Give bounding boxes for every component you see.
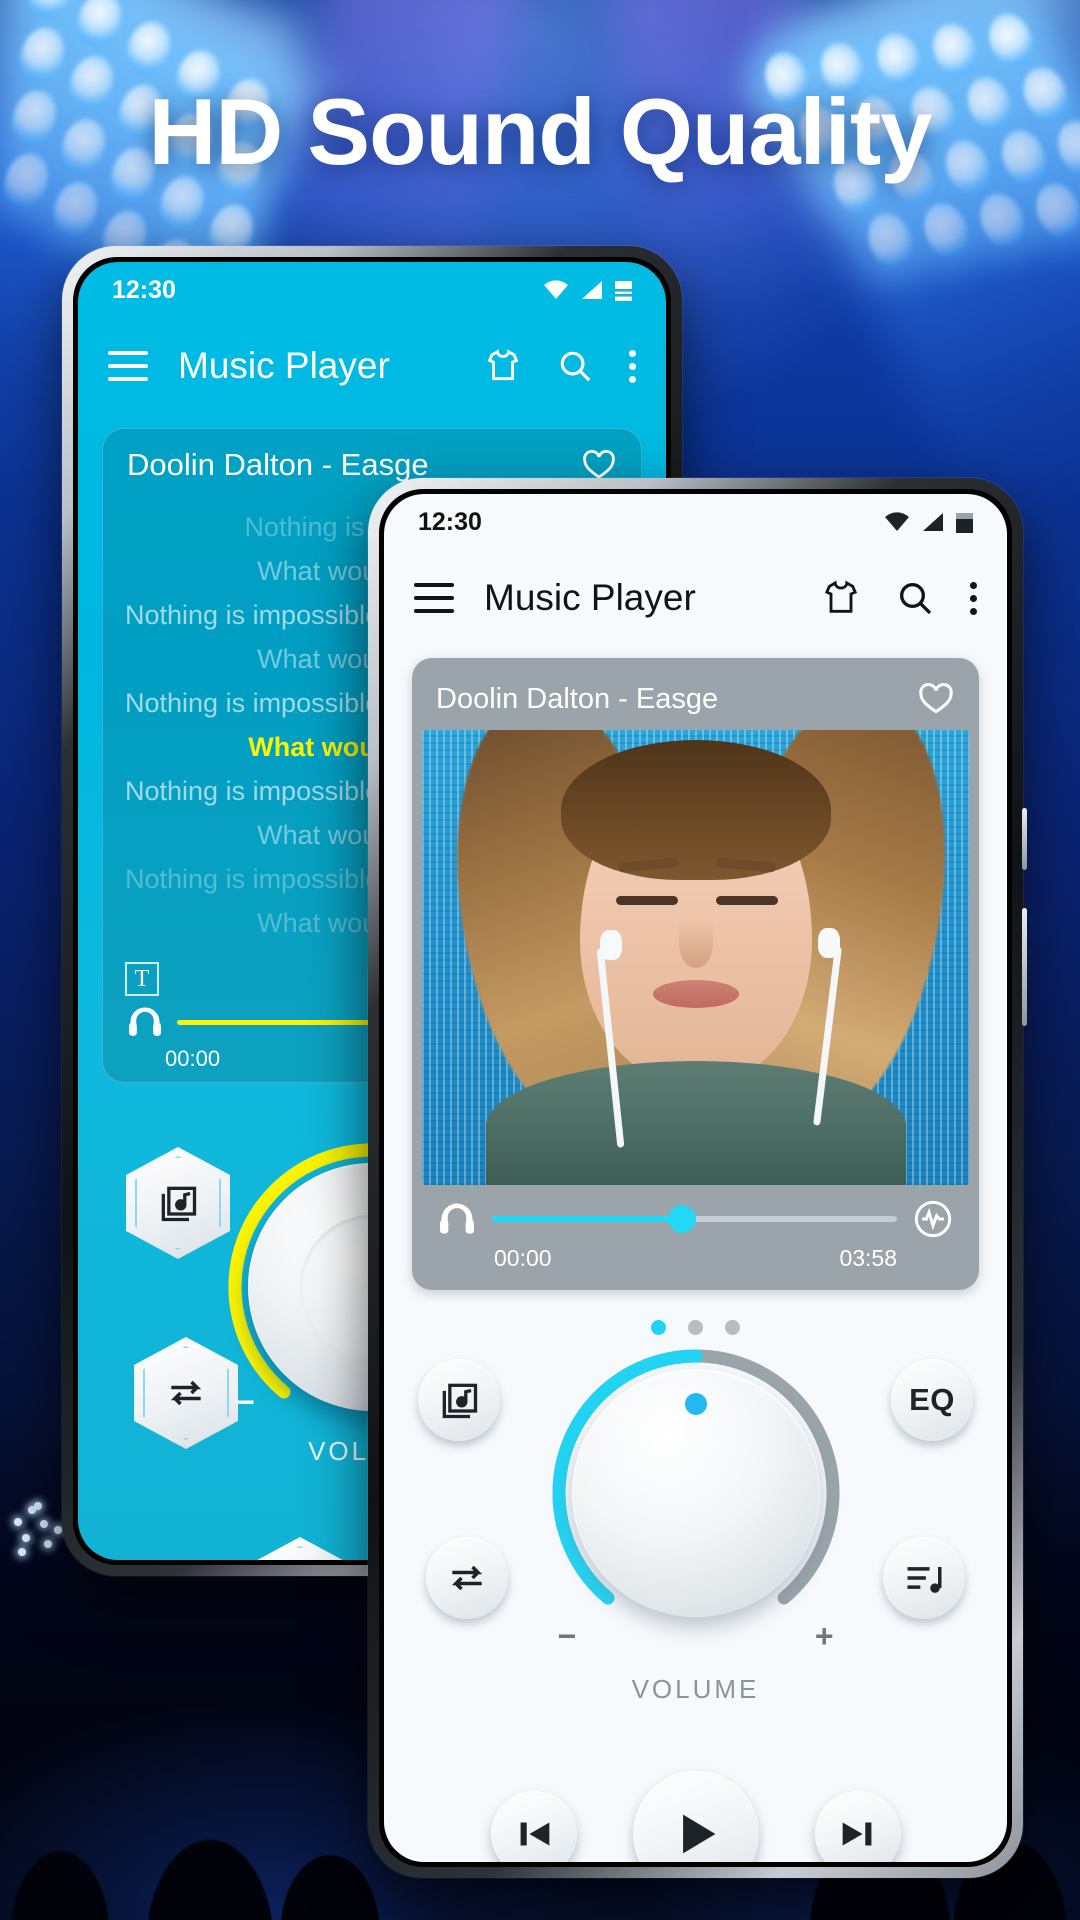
wifi-icon bbox=[544, 280, 568, 299]
seek-thumb[interactable] bbox=[668, 1205, 697, 1233]
wifi-icon bbox=[885, 512, 909, 531]
volume-section: EQ − + VOLUME bbox=[384, 1349, 1007, 1704]
status-bar: 12:30 bbox=[384, 494, 1007, 550]
song-title: Doolin Dalton - Easge bbox=[436, 682, 719, 715]
skip-previous-icon[interactable] bbox=[248, 1537, 352, 1560]
hamburger-menu-icon[interactable] bbox=[414, 583, 454, 613]
headphone-icon bbox=[129, 1007, 161, 1036]
eq-label: EQ bbox=[909, 1382, 955, 1417]
volume-knob-dial[interactable] bbox=[571, 1369, 820, 1617]
headphone-icon bbox=[440, 1203, 474, 1234]
status-bar: 12:30 bbox=[78, 262, 666, 318]
power-button[interactable] bbox=[1022, 808, 1027, 870]
app-bar: Music Player bbox=[78, 318, 666, 414]
song-card: Doolin Dalton - Easge 00:00 03:58 bbox=[412, 658, 979, 1290]
signal-icon bbox=[582, 281, 602, 299]
page-dot[interactable] bbox=[651, 1320, 666, 1335]
song-title: Doolin Dalton - Easge bbox=[127, 447, 429, 482]
elapsed-time: 00:00 bbox=[494, 1245, 552, 1271]
song-header: Doolin Dalton - Easge bbox=[422, 668, 969, 730]
skip-previous-icon[interactable] bbox=[490, 1791, 577, 1862]
volume-button[interactable] bbox=[1022, 908, 1027, 1026]
page-dot[interactable] bbox=[725, 1320, 740, 1335]
status-time: 12:30 bbox=[418, 507, 482, 536]
page-title: HD Sound Quality bbox=[148, 79, 933, 184]
battery-icon bbox=[615, 281, 632, 301]
seek-slider[interactable] bbox=[492, 1205, 897, 1233]
playlist-music-icon[interactable] bbox=[883, 1537, 965, 1619]
status-time: 12:30 bbox=[112, 275, 176, 304]
repeat-icon[interactable] bbox=[426, 1537, 508, 1619]
more-vertical-icon[interactable] bbox=[628, 349, 636, 383]
front-phone-screen: 12:30 Music Player Doolin Dalton - Easge… bbox=[384, 494, 1007, 1862]
tshirt-theme-icon[interactable] bbox=[484, 347, 522, 385]
app-bar: Music Player bbox=[384, 550, 1007, 646]
duration-time: 03:58 bbox=[839, 1245, 897, 1271]
album-art bbox=[422, 730, 969, 1185]
page-indicator[interactable] bbox=[384, 1320, 1007, 1335]
text-size-icon[interactable]: T bbox=[125, 962, 159, 996]
skip-next-icon[interactable] bbox=[814, 1791, 901, 1862]
search-icon[interactable] bbox=[895, 578, 935, 618]
heart-outline-icon[interactable] bbox=[917, 680, 955, 718]
volume-minus-label: − bbox=[557, 1618, 577, 1654]
signal-icon bbox=[923, 513, 943, 531]
phone-front: 12:30 Music Player Doolin Dalton - Easge… bbox=[368, 478, 1027, 1878]
play-icon[interactable] bbox=[632, 1771, 759, 1862]
battery-icon bbox=[956, 513, 973, 533]
album-library-icon[interactable] bbox=[418, 1359, 500, 1441]
app-title: Music Player bbox=[178, 345, 390, 386]
volume-knob[interactable]: − + VOLUME bbox=[546, 1343, 846, 1704]
waveform-icon[interactable] bbox=[913, 1199, 953, 1239]
transport-controls bbox=[384, 1771, 1007, 1862]
seek-section: 00:00 03:58 bbox=[422, 1185, 969, 1280]
volume-plus-label: + bbox=[814, 1618, 834, 1654]
more-vertical-icon[interactable] bbox=[969, 581, 977, 615]
app-title: Music Player bbox=[484, 577, 696, 618]
volume-minus-label: − bbox=[236, 1384, 255, 1420]
knob-indicator-dot bbox=[684, 1393, 707, 1415]
search-icon[interactable] bbox=[556, 347, 594, 385]
equalizer-button[interactable]: EQ bbox=[891, 1359, 973, 1441]
album-library-icon[interactable] bbox=[126, 1147, 230, 1259]
hamburger-menu-icon[interactable] bbox=[108, 351, 148, 381]
tshirt-theme-icon[interactable] bbox=[821, 578, 861, 618]
page-dot[interactable] bbox=[688, 1320, 703, 1335]
volume-label: VOLUME bbox=[631, 1674, 760, 1704]
